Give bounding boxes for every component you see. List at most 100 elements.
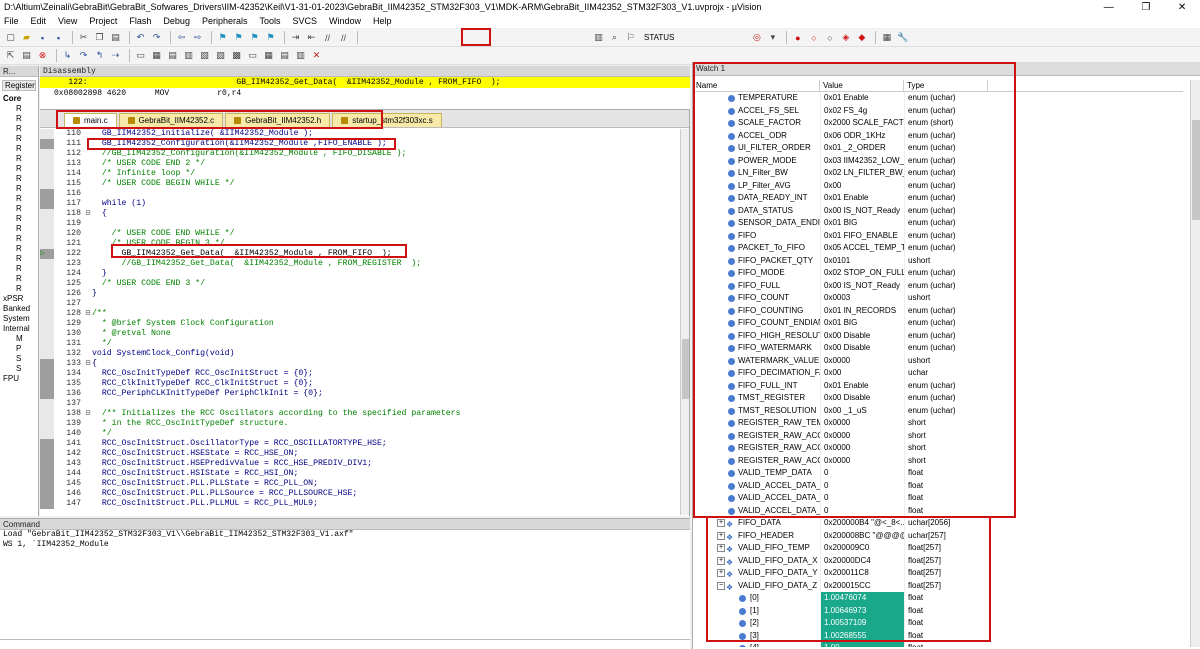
register-tree-item[interactable]: R [0, 274, 38, 284]
breakpoint-gutter[interactable]: ▷ [40, 249, 54, 259]
watch-value[interactable]: 0 [820, 479, 904, 492]
menu-view[interactable]: View [58, 16, 77, 26]
watch-row[interactable]: ACCEL_FS_SEL 0x02 FS_4g enum (uchar) [693, 104, 1183, 117]
find-in-files-icon[interactable]: ▥ [592, 31, 605, 44]
breakpoint-gutter[interactable] [40, 479, 54, 489]
register-tree-item[interactable]: Internal [0, 324, 38, 334]
menu-peripherals[interactable]: Peripherals [202, 16, 248, 26]
watch-value[interactable]: 0x0000 [820, 354, 904, 367]
watch-value[interactable]: 0x20000DC4 [820, 554, 904, 567]
watch-value[interactable]: 0x05 ACCEL_TEMP_To... [820, 242, 904, 255]
watch-value[interactable]: 0x00 Disable [820, 342, 904, 355]
incremental-find-icon[interactable]: ⚐ [624, 31, 637, 44]
breakpoint-gutter[interactable] [40, 399, 54, 409]
watch-scrollbar[interactable] [1190, 80, 1200, 647]
watch-value[interactable]: 0x2000 SCALE_FACTO... [820, 117, 904, 130]
watch-row[interactable]: [0] 1.00476074 float [693, 592, 1183, 605]
watch-row[interactable]: FIFO_PACKET_QTY 0x0101 ushort [693, 254, 1183, 267]
breakpoint-gutter[interactable] [40, 179, 54, 189]
breakpoint-gutter[interactable] [40, 389, 54, 399]
watch-row[interactable]: + ❖ VALID_FIFO_DATA_Y 0x200011C8 float[257] [693, 567, 1183, 580]
registers-window-icon[interactable]: ▥ [182, 49, 195, 62]
watch-row[interactable]: +❖ FIFO_HEADER 0x200008BC "@@@@...uchar[25… [693, 529, 1183, 542]
kill-breakpoints-icon[interactable]: ◈ [839, 31, 852, 44]
watch-row[interactable]: LN_Filter_BW 0x02 LN_FILTER_BW_5 enum (uch… [693, 167, 1183, 180]
watch-value[interactable]: 0x00 IS_NOT_Ready [820, 279, 904, 292]
comment-icon[interactable]: // [321, 31, 334, 44]
fold-icon[interactable]: ⊟ [84, 359, 92, 369]
register-tree-item[interactable]: System [0, 314, 38, 324]
watch-row[interactable]: FIFO 0x01 FIFO_ENABLE enum (uchar) [693, 229, 1183, 242]
watch-row[interactable]: FIFO_COUNT 0x0003 ushort [693, 292, 1183, 305]
nav-forward-icon[interactable]: ⇨ [191, 31, 204, 44]
menu-file[interactable]: File [4, 16, 19, 26]
breakpoint-gutter[interactable] [40, 149, 54, 159]
watch-window-icon[interactable]: ▨ [214, 49, 227, 62]
tab-file-3[interactable]: startup_stm32f303xc.s [332, 113, 442, 127]
debug-session-icon[interactable]: ◎ [750, 31, 763, 44]
breakpoint-gutter[interactable] [40, 199, 54, 209]
watch-col-value[interactable]: Value [820, 80, 904, 91]
watch-value[interactable]: 1.00268555 [820, 629, 904, 642]
memory-window-icon[interactable]: ▩ [230, 49, 243, 62]
breakpoint-gutter[interactable] [40, 239, 54, 249]
breakpoint-gutter[interactable] [40, 379, 54, 389]
dropdown-arrow-icon[interactable]: ▾ [766, 31, 779, 44]
run-icon[interactable]: ▤ [20, 49, 33, 62]
bookmark-icon[interactable]: ⚑ [216, 31, 229, 44]
watch-value[interactable]: 0 [820, 492, 904, 505]
tab-file-1[interactable]: GebraBit_IIM42352.c [118, 113, 224, 127]
register-tree-item[interactable]: xPSR [0, 294, 38, 304]
code-area[interactable]: 110 GB_IIM42352_initialize( &IIM42352_Mo… [40, 129, 680, 515]
watch-value[interactable]: 0x01 BIG [820, 217, 904, 230]
watch-row[interactable]: PACKET_To_FIFO 0x05 ACCEL_TEMP_To...enum … [693, 242, 1183, 255]
register-tree-item[interactable]: R [0, 204, 38, 214]
watch-row[interactable]: [1] 1.00646973 float [693, 604, 1183, 617]
unindent-icon[interactable]: ⇤ [305, 31, 318, 44]
register-tree-item[interactable]: R [0, 264, 38, 274]
watch-value[interactable]: 1.00537109 [820, 617, 904, 630]
minimize-button[interactable]: — [1104, 2, 1114, 13]
watch-row[interactable]: REGISTER_RAW_TEMP 0x0000 short [693, 417, 1183, 430]
watch-value[interactable]: 0x0003 [820, 292, 904, 305]
watch-row[interactable]: REGISTER_RAW_ACCEL_Z0x0000short [693, 454, 1183, 467]
breakpoint-gutter[interactable] [40, 369, 54, 379]
registers-tab[interactable]: Register [2, 80, 36, 91]
register-tree-item[interactable]: R [0, 254, 38, 264]
watch-value[interactable]: 0x01 FIFO_ENABLE [820, 229, 904, 242]
watch-value[interactable]: 0x01 Enable [820, 92, 904, 105]
watch-value[interactable]: 0x200011C8 [820, 567, 904, 580]
watch-value[interactable]: 0x00 Disable [820, 329, 904, 342]
register-tree-item[interactable]: R [0, 104, 38, 114]
breakpoint-gutter[interactable] [40, 329, 54, 339]
watch-row[interactable]: FIFO_MODE 0x02 STOP_ON_FULL enum (uchar) [693, 267, 1183, 280]
watch-value[interactable]: 0x06 ODR_1KHz [820, 129, 904, 142]
command-input[interactable] [0, 639, 690, 649]
watch-value[interactable]: 0x02 STOP_ON_FULL [820, 267, 904, 280]
breakpoint-gutter[interactable] [40, 259, 54, 269]
watch-value[interactable]: 0x01 Enable [820, 379, 904, 392]
watch-value[interactable]: 0 [820, 504, 904, 517]
breakpoint-gutter[interactable] [40, 309, 54, 319]
breakpoint-gutter[interactable] [40, 429, 54, 439]
collapse-icon[interactable]: − [717, 581, 725, 590]
watch-value[interactable]: 1.00646973 [820, 604, 904, 617]
save-all-icon[interactable]: ▪ [52, 31, 65, 44]
editor-scrollbar[interactable] [680, 129, 689, 515]
fold-icon[interactable]: ⊟ [84, 209, 92, 219]
watch-row[interactable]: TMST_RESOLUTION 0x00 _1_uS enum (uchar) [693, 404, 1183, 417]
bookmark-next-icon[interactable]: ⚑ [248, 31, 261, 44]
menu-project[interactable]: Project [89, 16, 117, 26]
watch-value[interactable]: 0x0000 [820, 429, 904, 442]
configure-icon[interactable]: 🔧 [896, 31, 909, 44]
menu-help[interactable]: Help [373, 16, 392, 26]
step-into-icon[interactable]: ↳ [61, 49, 74, 62]
maximize-button[interactable]: ❐ [1141, 2, 1150, 13]
breakpoint-gutter[interactable] [40, 359, 54, 369]
window-layout-icon[interactable]: ▦ [880, 31, 893, 44]
nav-back-icon[interactable]: ⇦ [175, 31, 188, 44]
register-tree-item[interactable]: R [0, 234, 38, 244]
clear-breakpoints-icon[interactable]: ◆ [855, 31, 868, 44]
register-tree-item[interactable]: R [0, 154, 38, 164]
register-tree-item[interactable]: R [0, 194, 38, 204]
